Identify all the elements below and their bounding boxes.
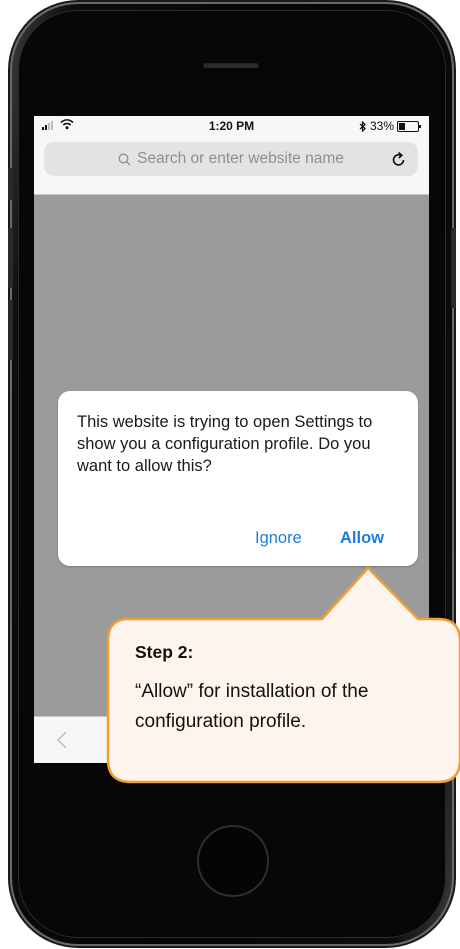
search-input[interactable]: Search or enter website name [44,142,418,176]
power-button [451,228,456,308]
status-right: 33% [359,119,421,133]
address-bar: Search or enter website name [34,134,429,195]
bluetooth-icon [359,120,366,132]
callout-title: Step 2: [135,642,194,662]
battery-icon [397,120,421,132]
search-placeholder: Search or enter website name [137,150,344,167]
mute-switch [8,168,13,200]
callout-text: Step 2: “Allow” for installation of the … [135,642,450,737]
alert-message: This website is trying to open Settings … [77,413,373,475]
allow-button[interactable]: Allow [340,529,384,548]
earpiece-speaker [203,62,259,68]
search-icon [118,153,131,165]
home-button[interactable] [197,825,269,897]
alert-dialog: This website is trying to open Settings … [58,391,418,566]
callout-body: “Allow” for installation of the configur… [135,681,369,732]
ignore-button[interactable]: Ignore [255,529,302,548]
status-bar: 1:20 PM 33% [34,116,429,134]
back-icon[interactable] [50,727,76,753]
volume-down-button [8,300,13,360]
reload-icon[interactable] [390,151,408,169]
volume-up-button [8,228,13,288]
battery-percent: 33% [369,119,394,133]
